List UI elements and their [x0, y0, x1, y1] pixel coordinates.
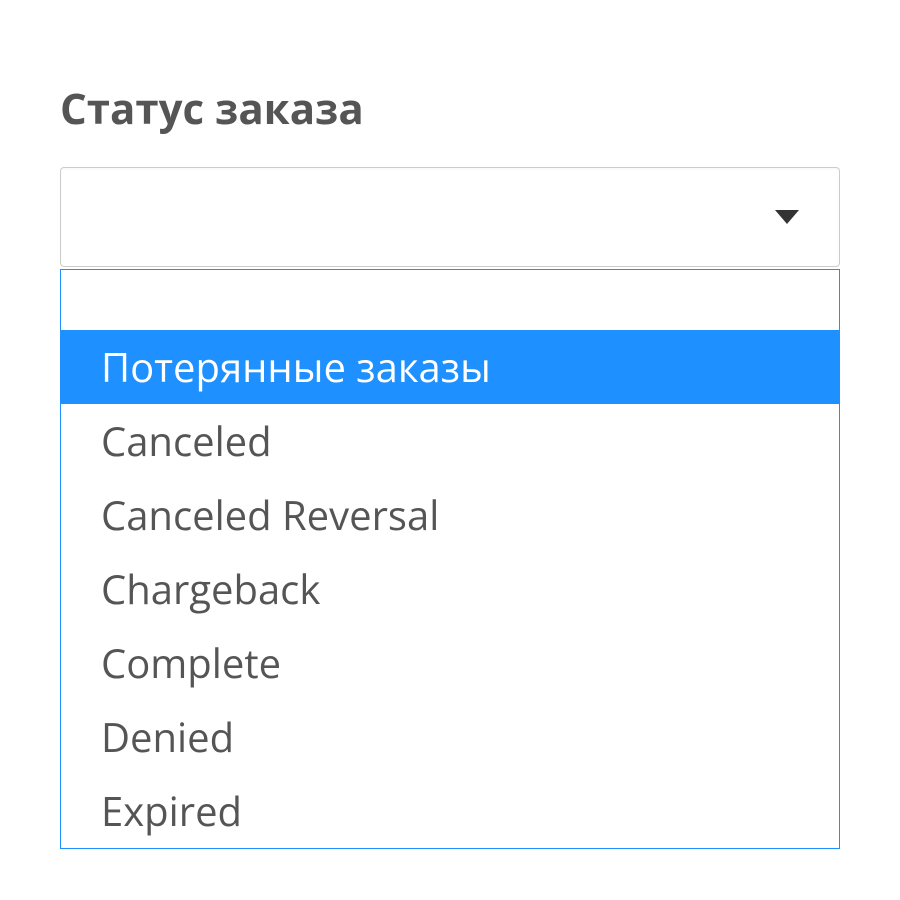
option-denied[interactable]: Denied — [61, 700, 839, 774]
field-label-order-status: Статус заказа — [60, 80, 840, 137]
order-status-select[interactable] — [60, 167, 840, 267]
option-canceled[interactable]: Canceled — [61, 404, 839, 478]
option-complete[interactable]: Complete — [61, 626, 839, 700]
option-expired[interactable]: Expired — [61, 774, 839, 848]
option-canceled-reversal[interactable]: Canceled Reversal — [61, 478, 839, 552]
option-chargeback[interactable]: Chargeback — [61, 552, 839, 626]
chevron-down-icon — [775, 210, 799, 224]
option-lost-orders[interactable]: Потерянные заказы — [61, 330, 839, 404]
order-status-dropdown: Потерянные заказы Canceled Canceled Reve… — [60, 269, 840, 849]
